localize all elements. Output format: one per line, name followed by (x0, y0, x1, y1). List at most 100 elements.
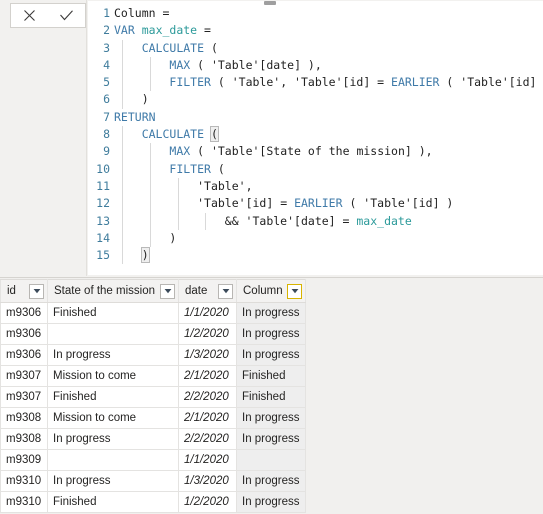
code-text: Column = (114, 6, 170, 20)
code-line[interactable]: 6 ) (88, 91, 543, 109)
table-cell-date[interactable]: 1/1/2020 (178, 449, 237, 471)
code-line[interactable]: 7 RETURN (88, 109, 543, 126)
code-line[interactable]: 2 VAR max_date = (88, 22, 543, 39)
data-table: id State of the mission date Column m9306 Fi… (0, 279, 306, 513)
table-cell-id[interactable]: m9306 (0, 344, 48, 366)
accept-formula-button[interactable] (49, 4, 85, 27)
table-cell-column[interactable]: In progress (236, 344, 306, 366)
table-row[interactable]: m9308 Mission to come 2/1/2020 In progress (0, 407, 306, 429)
indent-guide (177, 195, 179, 213)
column-header-label: Column (243, 285, 283, 297)
table-cell-date[interactable]: 1/3/2020 (178, 344, 237, 366)
table-cell-id[interactable]: m9306 (0, 302, 48, 324)
code-line[interactable]: 1 Column = (88, 5, 543, 22)
table-cell-id[interactable]: m9308 (0, 407, 48, 429)
table-cell-id[interactable]: m9310 (0, 470, 48, 492)
table-cell-date[interactable]: 1/3/2020 (178, 470, 237, 492)
table-cell-id[interactable]: m9306 (0, 323, 48, 345)
column-header-column[interactable]: Column (236, 279, 306, 303)
table-cell-column[interactable]: In progress (236, 302, 306, 324)
table-row[interactable]: m9306 Finished 1/1/2020 In progress (0, 302, 306, 324)
column-header-state[interactable]: State of the mission (47, 279, 179, 303)
code-text: ) (114, 247, 150, 265)
table-cell-state[interactable]: In progress (47, 344, 179, 366)
code-text: FILTER ( (114, 160, 225, 178)
table-cell-date[interactable]: 2/2/2020 (178, 428, 237, 450)
code-text: RETURN (114, 109, 156, 124)
table-cell-state[interactable]: Finished (47, 491, 179, 513)
dax-editor-screen: 1 Column = 2 VAR max_date = 3 CALCULATE (4 M… (0, 0, 543, 514)
table-row[interactable]: m9306 1/2/2020 In progress (0, 323, 306, 345)
table-cell-state[interactable] (47, 323, 179, 345)
code-text: CALCULATE ( (114, 39, 218, 57)
table-cell-state[interactable]: Finished (47, 302, 179, 324)
table-row[interactable]: m9306 In progress 1/3/2020 In progress (0, 344, 306, 366)
code-line[interactable]: 8 CALCULATE ( (88, 126, 543, 144)
code-line[interactable]: 3 CALCULATE ( (88, 39, 543, 57)
chevron-down-icon (222, 289, 229, 294)
table-cell-state[interactable]: In progress (47, 428, 179, 450)
table-cell-date[interactable]: 2/2/2020 (178, 386, 237, 408)
table-row[interactable]: m9310 In progress 1/3/2020 In progress (0, 470, 306, 492)
column-header-inner: State of the mission (54, 281, 175, 302)
table-cell-state[interactable]: Mission to come (47, 407, 179, 429)
table-cell-date[interactable]: 2/1/2020 (178, 365, 237, 387)
table-cell-date[interactable]: 1/1/2020 (178, 302, 237, 324)
table-header: id State of the mission date Column (0, 279, 306, 303)
code-line[interactable]: 15 ) (88, 247, 543, 265)
indent-guide (122, 74, 124, 92)
table-cell-column[interactable]: In progress (236, 428, 306, 450)
code-line[interactable]: 10 FILTER ( (88, 160, 543, 178)
code-line[interactable]: 5 FILTER ( 'Table', 'Table'[id] = EARLIE… (88, 74, 543, 92)
filter-dropdown-button-id[interactable] (29, 283, 44, 299)
table-row[interactable]: m9310 Finished 1/2/2020 In progress (0, 491, 306, 513)
table-cell-id[interactable]: m9309 (0, 449, 48, 471)
line-number: 15 (96, 248, 110, 263)
code-line[interactable]: 13 && 'Table'[date] = max_date (88, 212, 543, 230)
table-cell-state[interactable]: Mission to come (47, 365, 179, 387)
table-cell-id[interactable]: m9308 (0, 428, 48, 450)
code-line[interactable]: 12 'Table'[id] = EARLIER ( 'Table'[id] ) (88, 195, 543, 213)
indent-guide (177, 177, 179, 196)
indent-guide (122, 91, 124, 109)
table-cell-column[interactable]: Finished (236, 386, 306, 408)
table-row[interactable]: m9308 In progress 2/2/2020 In progress (0, 428, 306, 450)
table-cell-date[interactable]: 2/1/2020 (178, 407, 237, 429)
filter-dropdown-button-state[interactable] (160, 283, 175, 299)
cancel-formula-button[interactable] (12, 4, 48, 27)
code-line[interactable]: 11 'Table', (88, 177, 543, 196)
table-cell-id[interactable]: m9307 (0, 386, 48, 408)
table-row[interactable]: m9307 Finished 2/2/2020 Finished (0, 386, 306, 408)
formula-toolbar-pane (0, 0, 87, 276)
table-cell-column[interactable]: In progress (236, 323, 306, 345)
table-cell-column[interactable]: In progress (236, 470, 306, 492)
table-cell-date[interactable]: 1/2/2020 (178, 491, 237, 513)
line-number: 6 (103, 92, 110, 107)
table-cell-state[interactable]: In progress (47, 470, 179, 492)
filter-dropdown-button-date[interactable] (218, 283, 233, 299)
filter-dropdown-button-column[interactable] (287, 283, 302, 299)
line-number: 2 (103, 23, 110, 38)
table-cell-column[interactable] (236, 449, 306, 471)
table-body: m9306 Finished 1/1/2020 In progress m9306 1/2… (0, 302, 306, 513)
dax-code-editor[interactable]: 1 Column = 2 VAR max_date = 3 CALCULATE (4 M… (88, 1, 543, 275)
table-cell-state[interactable]: Finished (47, 386, 179, 408)
table-cell-state[interactable] (47, 449, 179, 471)
table-cell-id[interactable]: m9307 (0, 365, 48, 387)
table-cell-id[interactable]: m9310 (0, 491, 48, 513)
indent-guide (149, 143, 151, 161)
code-line[interactable]: 9 MAX ( 'Table'[State of the mission] ), (88, 143, 543, 161)
table-cell-column[interactable]: In progress (236, 491, 306, 513)
table-cell-column[interactable]: Finished (236, 365, 306, 387)
line-number: 10 (96, 161, 110, 176)
table-row[interactable]: m9309 1/1/2020 (0, 449, 306, 471)
column-header-date[interactable]: date (178, 279, 237, 303)
code-line[interactable]: 14 ) (88, 229, 543, 248)
indent-guide (122, 212, 124, 230)
table-cell-column[interactable]: In progress (236, 407, 306, 429)
code-text: && 'Table'[date] = max_date (114, 212, 412, 230)
column-header-id[interactable]: id (0, 279, 48, 303)
table-row[interactable]: m9307 Mission to come 2/1/2020 Finished (0, 365, 306, 387)
code-line[interactable]: 4 MAX ( 'Table'[date] ), (88, 56, 543, 75)
table-cell-date[interactable]: 1/2/2020 (178, 323, 237, 345)
